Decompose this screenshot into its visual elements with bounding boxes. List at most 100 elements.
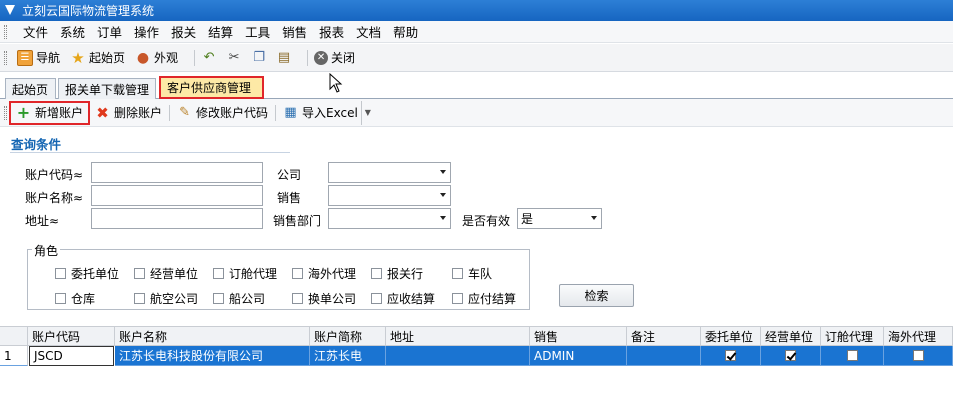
copy-button[interactable]: ❐ [251, 50, 270, 66]
menu-sales[interactable]: 销售 [276, 22, 313, 41]
toolbar-grip [4, 50, 7, 65]
column-header-operate[interactable]: 经营单位 [761, 326, 821, 346]
tab-start-page[interactable]: 起始页 [5, 78, 56, 99]
checkbox[interactable] [213, 268, 224, 279]
checkbox[interactable] [213, 293, 224, 304]
role-checkbox-operate[interactable]: 经营单位 [134, 265, 198, 282]
close-button[interactable]: ✕ 关闭 [314, 49, 355, 66]
cell-code[interactable]: JSCD [29, 346, 114, 366]
cell-short[interactable]: 江苏长电 [310, 346, 386, 366]
account-name-input[interactable] [91, 185, 263, 206]
checkbox[interactable] [55, 268, 66, 279]
sales-select[interactable] [328, 185, 451, 206]
menu-bar: 文件 系统 订单 操作 报关 结算 工具 销售 报表 文档 帮助 [0, 21, 953, 43]
column-header-name[interactable]: 账户名称 [115, 326, 310, 346]
company-select[interactable] [328, 162, 451, 183]
is-valid-select[interactable]: 是 [517, 208, 602, 229]
menu-customs[interactable]: 报关 [165, 22, 202, 41]
column-header-code[interactable]: 账户代码 [28, 326, 115, 346]
column-header-entrust[interactable]: 委托单位 [701, 326, 761, 346]
menu-help[interactable]: 帮助 [387, 22, 424, 41]
column-header-note[interactable]: 备注 [627, 326, 701, 346]
import-dropdown-arrow[interactable]: ▼ [360, 100, 374, 125]
cut-button[interactable]: ✂ [226, 50, 245, 66]
role-checkbox-warehouse[interactable]: 仓库 [55, 290, 95, 307]
cell-address[interactable] [386, 346, 530, 366]
tab-customs-download[interactable]: 报关单下载管理 [58, 78, 156, 99]
menu-settlement[interactable]: 结算 [202, 22, 239, 41]
cell-overseas[interactable] [884, 346, 953, 366]
home-button[interactable]: ★ 起始页 [70, 49, 125, 67]
menu-grip [4, 24, 7, 39]
checkbox[interactable] [452, 268, 463, 279]
checkbox[interactable] [134, 293, 145, 304]
role-checkbox-entrust[interactable]: 委托单位 [55, 265, 119, 282]
undo-button[interactable]: ↶ [201, 50, 220, 66]
grid-corner [0, 326, 28, 346]
close-icon: ✕ [314, 50, 329, 65]
address-input[interactable] [91, 208, 263, 229]
close-label: 关闭 [331, 51, 356, 65]
checkbox[interactable] [55, 293, 66, 304]
role-checkbox-booking[interactable]: 订舱代理 [213, 265, 277, 282]
modify-code-button[interactable]: ✎ 修改账户代码 [172, 101, 273, 125]
role-checkbox-fleet[interactable]: 车队 [452, 265, 492, 282]
menu-operation[interactable]: 操作 [128, 22, 165, 41]
column-header-booking[interactable]: 订舱代理 [821, 326, 884, 346]
role-checkbox-payable[interactable]: 应付结算 [452, 290, 516, 307]
title-bar: 立刻云国际物流管理系统 [0, 0, 953, 21]
checkbox-entrust[interactable] [725, 350, 736, 361]
row-number[interactable]: 1 [0, 346, 28, 366]
checkbox[interactable] [134, 268, 145, 279]
paste-button[interactable]: ▤ [276, 50, 295, 66]
add-account-button[interactable]: + 新增账户 [9, 100, 91, 125]
role-checkbox-receivable[interactable]: 应收结算 [371, 290, 435, 307]
search-button[interactable]: 检索 [559, 284, 634, 307]
account-code-input[interactable] [91, 162, 263, 183]
checkbox-overseas[interactable] [912, 350, 924, 361]
checkbox[interactable] [371, 293, 382, 304]
role-checkbox-shipping[interactable]: 船公司 [213, 290, 265, 307]
main-toolbar: ☰ 导航 ★ 起始页 ● 外观 ↶ ✂ ❐ ▤ ✕ 关闭 [0, 44, 953, 72]
menu-order[interactable]: 订单 [91, 22, 128, 41]
menu-file[interactable]: 文件 [17, 22, 54, 41]
tab-customer-supplier[interactable]: 客户供应商管理 [159, 76, 264, 99]
cell-entrust[interactable] [701, 346, 761, 366]
plus-icon: + [16, 103, 31, 122]
sales-dept-select[interactable] [328, 208, 451, 229]
column-header-sales[interactable]: 销售 [530, 326, 627, 346]
cell-booking[interactable] [821, 346, 884, 366]
column-header-overseas[interactable]: 海外代理 [884, 326, 953, 346]
account-toolbar: + 新增账户 ✖ 删除账户 ✎ 修改账户代码 ▦ 导入Excel ▼ [0, 99, 953, 127]
menu-reports[interactable]: 报表 [313, 22, 350, 41]
role-checkbox-overseas[interactable]: 海外代理 [292, 265, 356, 282]
checkbox[interactable] [292, 268, 303, 279]
sales-label: 销售 [277, 191, 302, 205]
subtoolbar-separator [275, 104, 277, 121]
menu-tools[interactable]: 工具 [239, 22, 276, 41]
delete-account-button[interactable]: ✖ 删除账户 [90, 101, 167, 125]
role-checkbox-airline[interactable]: 航空公司 [134, 290, 198, 307]
cell-note[interactable] [627, 346, 701, 366]
nav-button[interactable]: ☰ 导航 [17, 49, 60, 66]
menu-system[interactable]: 系统 [54, 22, 91, 41]
cell-sales[interactable]: ADMIN [530, 346, 627, 366]
company-label: 公司 [277, 168, 302, 182]
import-excel-button[interactable]: ▦ 导入Excel [278, 101, 361, 125]
role-label: 仓库 [71, 292, 96, 306]
subtoolbar-grip [4, 105, 7, 120]
checkbox[interactable] [292, 293, 303, 304]
column-header-address[interactable]: 地址 [386, 326, 530, 346]
column-header-short[interactable]: 账户简称 [310, 326, 386, 346]
role-checkbox-broker[interactable]: 报关行 [371, 265, 423, 282]
cell-name[interactable]: 江苏长电科技股份有限公司 [115, 346, 310, 366]
checkbox[interactable] [452, 293, 463, 304]
appearance-button[interactable]: ● 外观 [135, 49, 178, 66]
checkbox-operate[interactable] [785, 350, 796, 361]
checkbox[interactable] [371, 268, 382, 279]
role-checkbox-exchange[interactable]: 换单公司 [292, 290, 356, 307]
menu-documents[interactable]: 文档 [350, 22, 387, 41]
cell-operate[interactable] [761, 346, 821, 366]
address-label: 地址≈ [25, 214, 60, 228]
checkbox-booking[interactable] [846, 350, 858, 361]
